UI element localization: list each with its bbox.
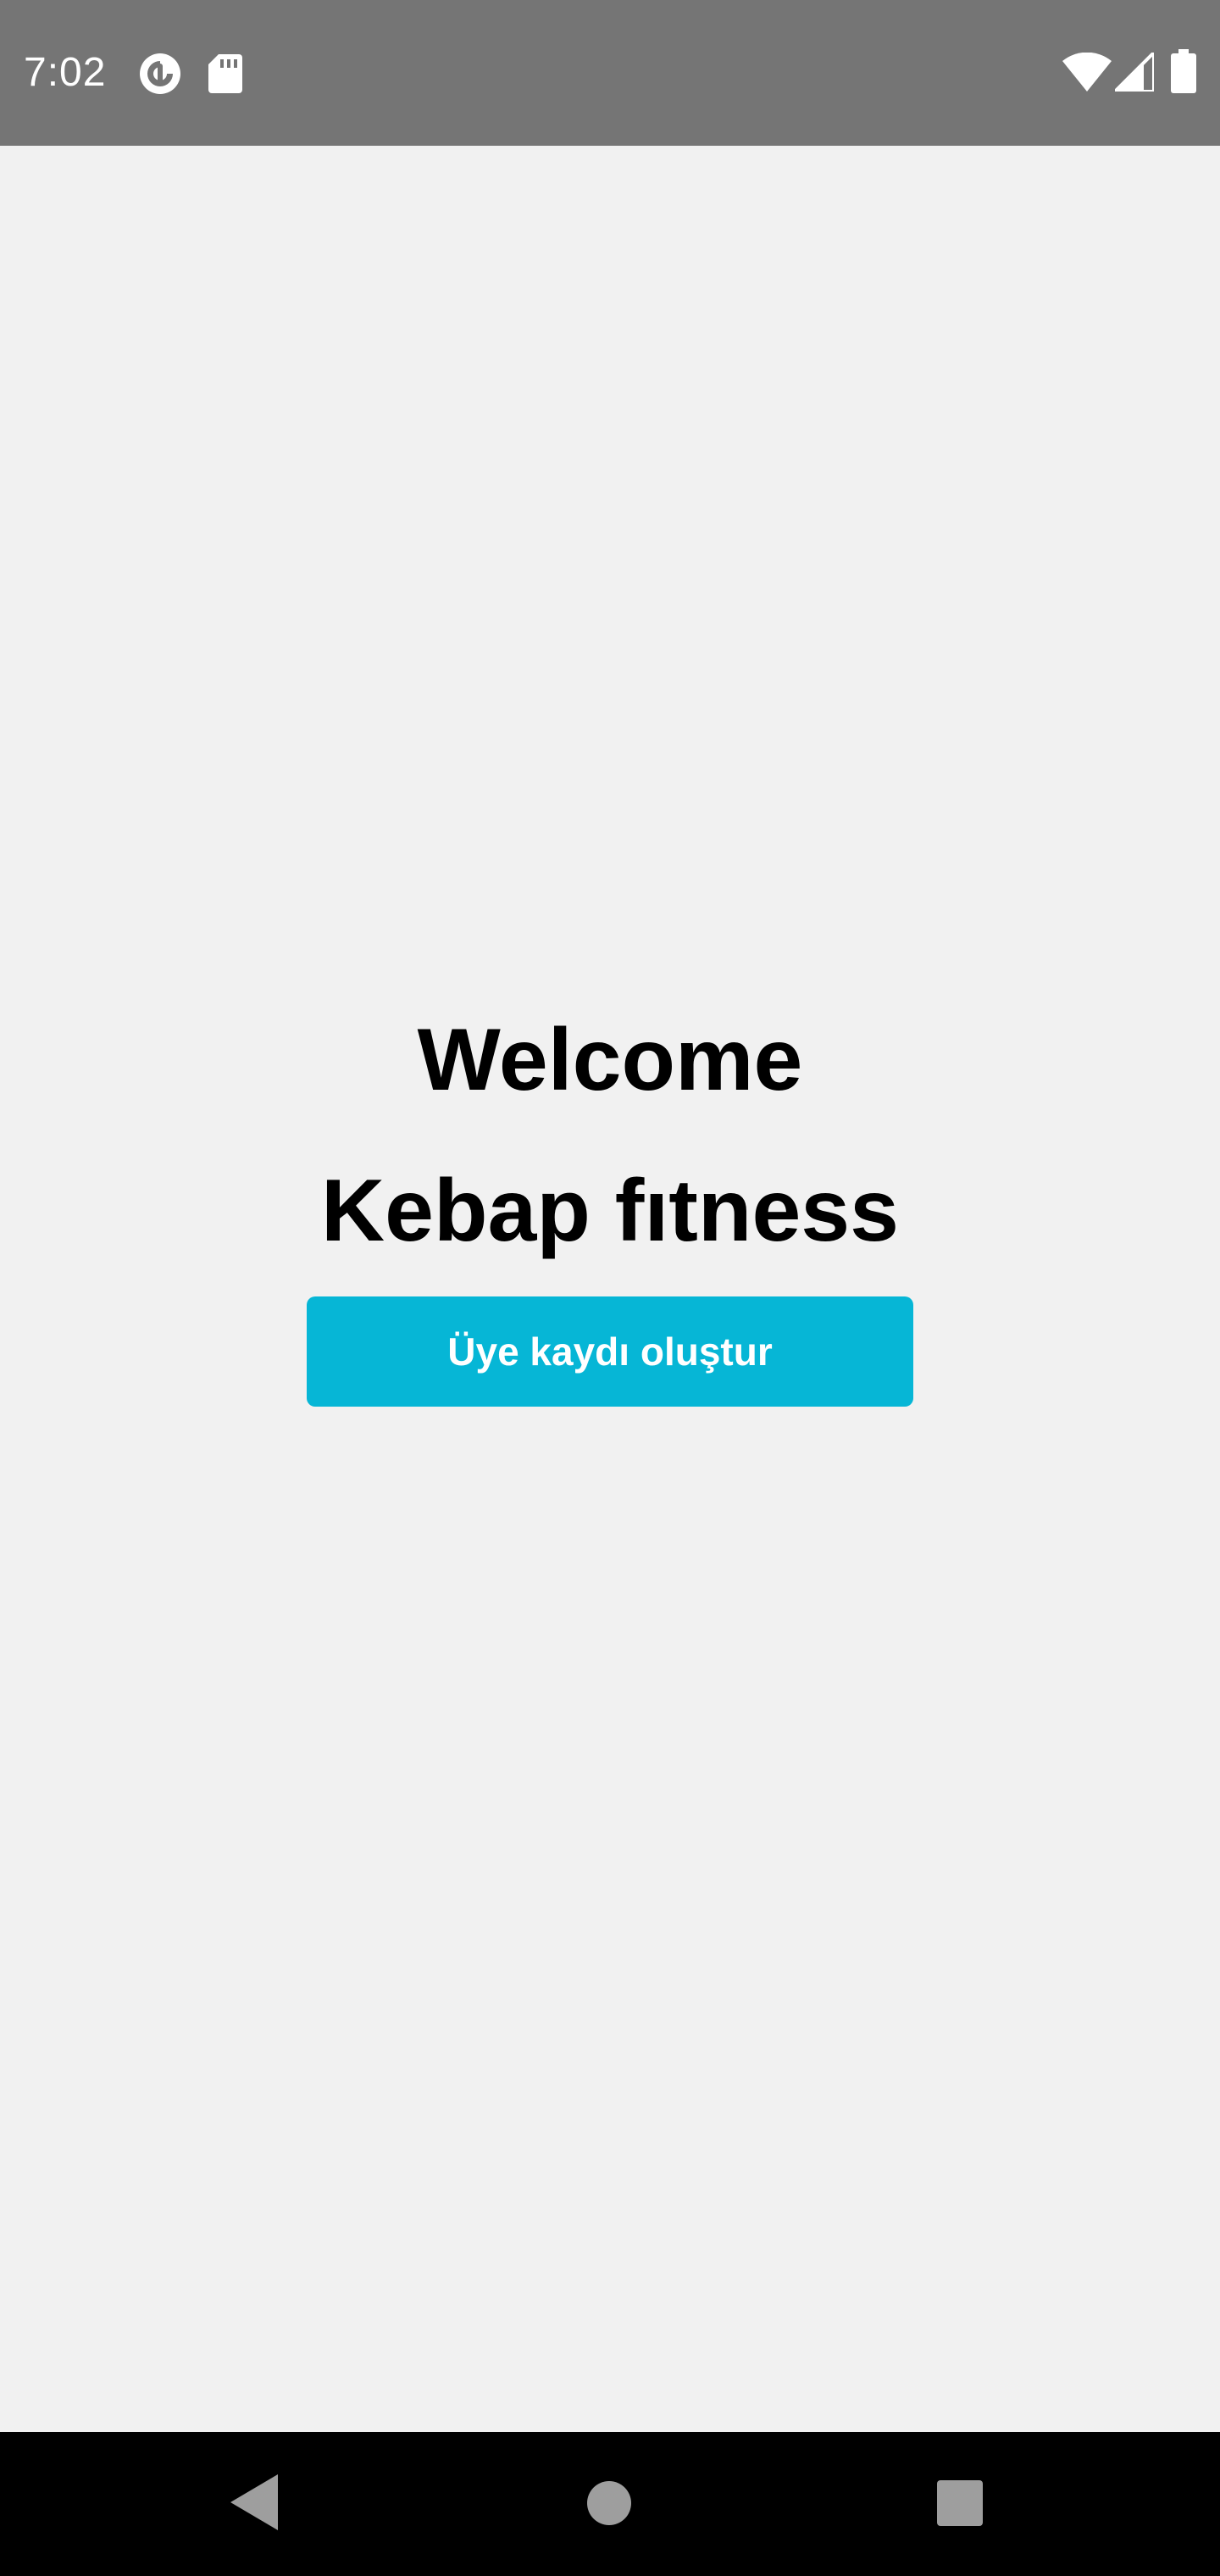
- back-icon[interactable]: [230, 2474, 278, 2530]
- pocket-casts-icon: [140, 53, 180, 94]
- sd-card-icon: [208, 54, 242, 93]
- wifi-icon: [1062, 53, 1112, 92]
- main-content: Welcome Kebap fıtness Üye kaydı oluştur: [0, 146, 1220, 2432]
- status-bar: 7:02: [0, 0, 1220, 146]
- app-name: Kebap fıtness: [321, 1162, 899, 1260]
- cell-signal-icon: [1115, 53, 1154, 92]
- home-icon[interactable]: [587, 2481, 631, 2525]
- status-time: 7:02: [24, 50, 107, 95]
- app-screen: 7:02 Welcome Kebap fıtness Üye kaydı olu…: [0, 0, 1220, 2576]
- register-button[interactable]: Üye kaydı oluştur: [307, 1296, 913, 1407]
- nav-bar: [0, 2432, 1220, 2576]
- welcome-title: Welcome: [417, 1011, 803, 1109]
- battery-icon: [1171, 49, 1196, 93]
- recents-icon[interactable]: [937, 2480, 983, 2526]
